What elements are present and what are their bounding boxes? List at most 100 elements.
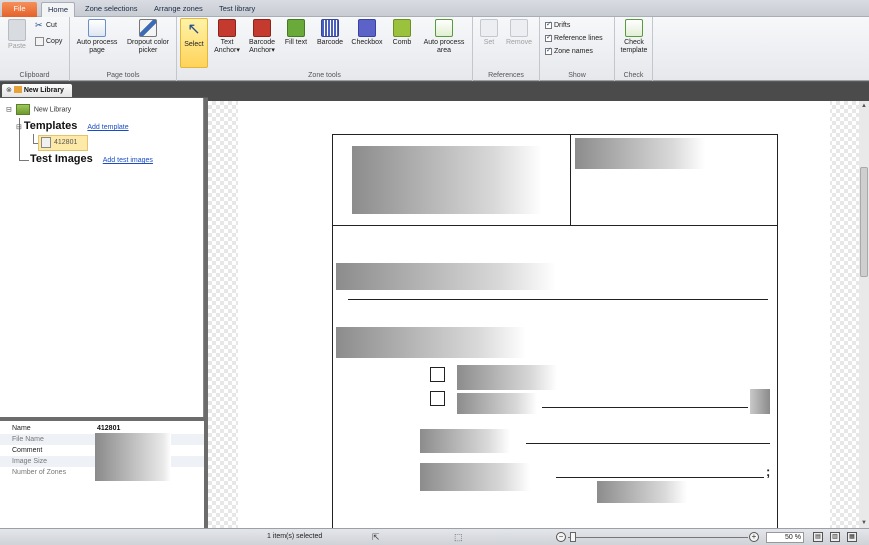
form-checkbox[interactable] xyxy=(430,367,445,382)
library-tree-panel: ⊟ New Library ⊟ Templates Add template 4… xyxy=(0,98,204,417)
zoom-slider-thumb[interactable] xyxy=(570,532,576,542)
scroll-down-icon[interactable]: ▼ xyxy=(859,518,869,528)
check-template-button[interactable]: Check template xyxy=(618,19,650,55)
scroll-up-icon[interactable]: ▲ xyxy=(859,101,869,111)
clipboard-group: Paste ✂ Cut Copy Clipboard xyxy=(0,17,70,81)
ribbon-tab-bar: File Home Zone selections Arrange zones … xyxy=(0,0,869,17)
comb-icon xyxy=(393,19,411,37)
zoom-out-button[interactable]: − xyxy=(556,532,566,542)
form-underline xyxy=(526,443,770,444)
document-tab[interactable]: ⊗ New Library xyxy=(2,84,72,97)
tab-test-library[interactable]: Test library xyxy=(213,2,261,17)
check-icon xyxy=(545,45,552,57)
drifts-label: Drifts xyxy=(554,22,571,29)
tab-zone-selections[interactable]: Zone selections xyxy=(79,2,144,17)
scrollbar-thumb[interactable] xyxy=(860,167,868,277)
checkbox-label: Checkbox xyxy=(351,39,383,46)
show-group: Drifts Reference lines Zone names Show xyxy=(540,17,615,81)
template-item[interactable]: 412801 xyxy=(38,135,88,151)
add-test-images-link[interactable]: Add test images xyxy=(103,157,153,164)
auto-process-page-button[interactable]: Auto process page xyxy=(74,19,120,55)
check-group-label: Check xyxy=(623,72,644,79)
fit-page-icon[interactable]: ⬚ xyxy=(454,532,463,543)
barcode-anchor-button[interactable]: Barcode Anchor▾ xyxy=(245,19,279,55)
redacted-region[interactable] xyxy=(336,327,526,358)
dropout-color-picker-label: Dropout color picker xyxy=(126,39,170,54)
tree-test-images[interactable]: Test Images Add test images xyxy=(30,153,153,165)
check-icon xyxy=(545,19,552,31)
redacted-region[interactable] xyxy=(457,393,537,414)
dropout-color-picker-button[interactable]: Dropout color picker xyxy=(124,19,172,55)
folder-icon xyxy=(15,104,30,115)
zoom-in-button[interactable]: + xyxy=(749,532,759,542)
cut-button[interactable]: ✂ Cut xyxy=(35,20,57,32)
single-page-view-icon[interactable]: ▤ xyxy=(813,532,823,542)
fill-text-button[interactable]: Fill text xyxy=(281,19,311,47)
comb-label: Comb xyxy=(392,39,412,46)
barcode-button[interactable]: Barcode xyxy=(314,19,346,47)
zone-tools-group-label: Zone tools xyxy=(308,72,341,79)
remove-reference-button[interactable]: Remove xyxy=(503,19,535,47)
tab-arrange-zones[interactable]: Arrange zones xyxy=(148,2,209,17)
select-button[interactable]: ↖ Select xyxy=(180,18,208,68)
zoom-slider-track[interactable] xyxy=(568,537,748,538)
auto-process-page-icon xyxy=(88,19,106,37)
tab-file[interactable]: File xyxy=(2,2,37,17)
check-icon xyxy=(545,32,552,44)
pointer-icon[interactable]: ⇱ xyxy=(372,532,380,543)
drifts-checkbox[interactable]: Drifts xyxy=(545,19,571,32)
tab-home[interactable]: Home xyxy=(41,2,76,17)
reference-lines-label: Reference lines xyxy=(554,35,603,42)
redacted-region[interactable] xyxy=(597,481,687,503)
redacted-region[interactable] xyxy=(420,429,510,453)
close-icon[interactable]: ⊗ xyxy=(6,87,12,94)
fill-text-label: Fill text xyxy=(284,39,308,46)
checkbox-button[interactable]: Checkbox xyxy=(349,19,385,47)
check-template-label: Check template xyxy=(620,39,648,54)
form-checkbox[interactable] xyxy=(430,391,445,406)
expand-collapse-icon[interactable]: ⊟ xyxy=(6,106,12,113)
auto-process-page-label: Auto process page xyxy=(76,39,118,54)
reference-lines-checkbox[interactable]: Reference lines xyxy=(545,32,603,45)
set-reference-icon xyxy=(480,19,498,37)
zoom-level-field[interactable]: 50 % xyxy=(766,532,804,543)
properties-panel: Name 412801 File Name Comment Image Size… xyxy=(0,421,204,528)
auto-process-area-icon xyxy=(435,19,453,37)
set-reference-button[interactable]: Set xyxy=(479,19,499,47)
chevron-down-icon: ▾ xyxy=(271,47,275,54)
redacted-region[interactable] xyxy=(575,138,705,169)
tree-root[interactable]: ⊟ New Library xyxy=(6,104,71,115)
tree-templates[interactable]: ⊟ Templates Add template xyxy=(16,120,129,132)
selection-status: 1 item(s) selected xyxy=(267,533,323,540)
document-tab-bar: ⊗ New Library xyxy=(0,82,869,97)
vertical-scrollbar[interactable]: ▲ ▼ xyxy=(859,101,869,528)
redacted-region[interactable] xyxy=(457,365,557,390)
templates-label: Templates xyxy=(23,120,78,132)
form-page[interactable]: ; xyxy=(238,101,830,528)
text-anchor-button[interactable]: Text Anchor▾ xyxy=(211,19,243,55)
add-template-link[interactable]: Add template xyxy=(87,124,128,131)
scissors-icon: ✂ xyxy=(35,19,43,30)
redacted-region[interactable] xyxy=(750,389,770,414)
expand-collapse-icon[interactable]: ⊟ xyxy=(16,124,22,131)
zone-names-checkbox[interactable]: Zone names xyxy=(545,45,593,58)
check-template-icon xyxy=(625,19,643,37)
template-canvas[interactable]: ; xyxy=(208,101,859,528)
select-label: Select xyxy=(184,41,204,48)
fit-width-view-icon[interactable]: ▥ xyxy=(830,532,840,542)
redacted-region[interactable] xyxy=(336,263,556,290)
comb-button[interactable]: Comb xyxy=(389,19,415,47)
auto-process-area-button[interactable]: Auto process area xyxy=(419,19,469,55)
copy-button[interactable]: Copy xyxy=(35,36,62,48)
paste-button[interactable]: Paste xyxy=(4,19,30,51)
library-icon xyxy=(13,86,22,93)
form-underline xyxy=(542,407,748,408)
redacted-region[interactable] xyxy=(352,146,542,214)
paste-label: Paste xyxy=(8,43,26,50)
fill-text-icon xyxy=(287,19,305,37)
property-name: Comment xyxy=(12,447,43,454)
form-underline xyxy=(556,477,764,478)
property-name: Name xyxy=(12,425,31,432)
fit-height-view-icon[interactable]: ▦ xyxy=(847,532,857,542)
redacted-region[interactable] xyxy=(420,463,530,491)
